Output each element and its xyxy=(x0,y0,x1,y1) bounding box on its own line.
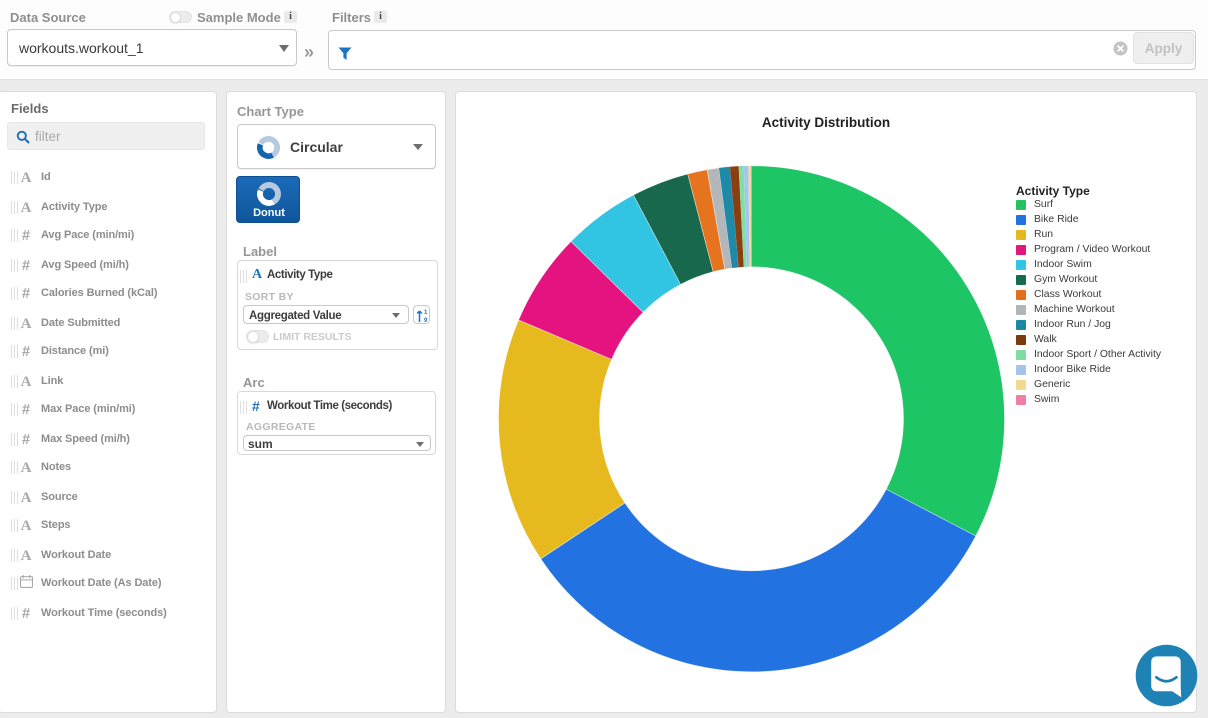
svg-text:9: 9 xyxy=(424,318,428,323)
svg-text:1: 1 xyxy=(424,310,428,316)
